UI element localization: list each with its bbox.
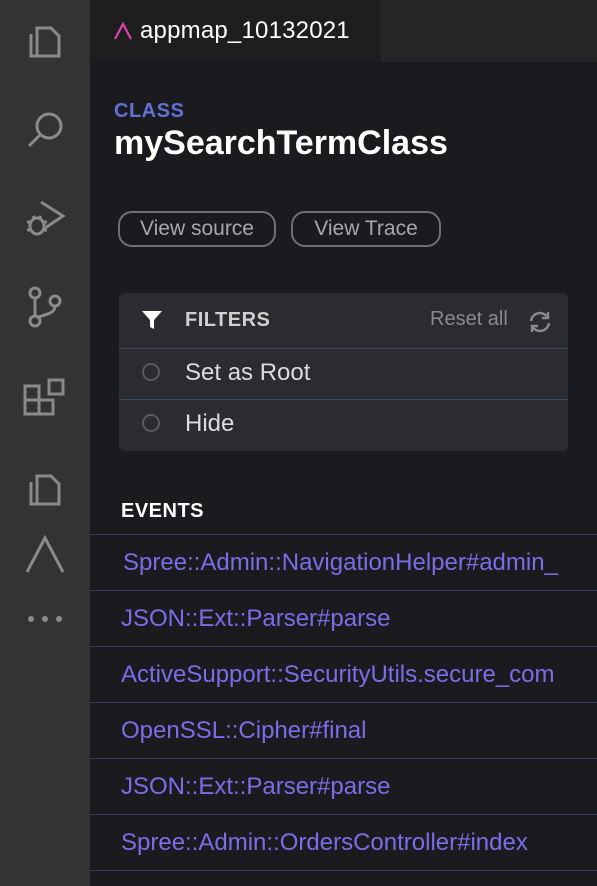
view-source-button[interactable]: View source [118, 211, 276, 247]
search-icon[interactable] [0, 95, 90, 165]
reset-all-link[interactable]: Reset all [430, 308, 508, 331]
explorer-icon[interactable] [0, 5, 90, 75]
event-item[interactable]: JSON::Ext::Parser#parse [90, 759, 597, 815]
set-as-root-radio[interactable] [142, 363, 160, 381]
filter-option-label: Set as Root [185, 359, 311, 386]
event-item[interactable]: ActiveSupport::SecurityUtils.secure_com [90, 647, 597, 703]
event-item[interactable]: JSON::Ext::Parser#parse [90, 591, 597, 647]
extensions-icon[interactable] [0, 365, 90, 435]
appmap-icon[interactable] [0, 519, 90, 589]
run-debug-icon[interactable] [0, 183, 90, 253]
source-control-icon[interactable] [0, 272, 90, 342]
filter-icon [142, 311, 162, 329]
event-item[interactable]: OpenSSL::Cipher#final [90, 703, 597, 759]
events-list: Spree::Admin::NavigationHelper#admin_ JS… [90, 534, 597, 871]
activity-bar [0, 0, 90, 886]
filters-box: FILTERS Reset all Set as Root Hide [119, 293, 568, 451]
object-name: mySearchTermClass [114, 124, 448, 162]
filter-option-hide[interactable]: Hide [119, 400, 568, 450]
event-item[interactable]: Spree::Admin::OrdersController#index [90, 815, 597, 871]
copy-icon[interactable] [0, 453, 90, 523]
more-icon[interactable] [0, 584, 90, 654]
details-panel: CLASS mySearchTermClass View source View… [90, 62, 597, 886]
filter-option-set-as-root[interactable]: Set as Root [119, 349, 568, 400]
object-kind-label: CLASS [114, 100, 185, 122]
filters-title: FILTERS [185, 309, 271, 331]
refresh-icon[interactable] [527, 309, 553, 335]
view-trace-button[interactable]: View Trace [291, 211, 441, 247]
filter-option-label: Hide [185, 410, 235, 437]
filters-header: FILTERS Reset all [119, 293, 568, 349]
tab-title: appmap_10132021 [140, 17, 350, 44]
hide-radio[interactable] [142, 414, 160, 432]
events-title: EVENTS [121, 500, 205, 522]
appmap-logo-icon [114, 21, 132, 40]
tab-appmap[interactable]: appmap_10132021 [90, 0, 381, 62]
event-item[interactable]: Spree::Admin::NavigationHelper#admin_ [90, 535, 597, 591]
